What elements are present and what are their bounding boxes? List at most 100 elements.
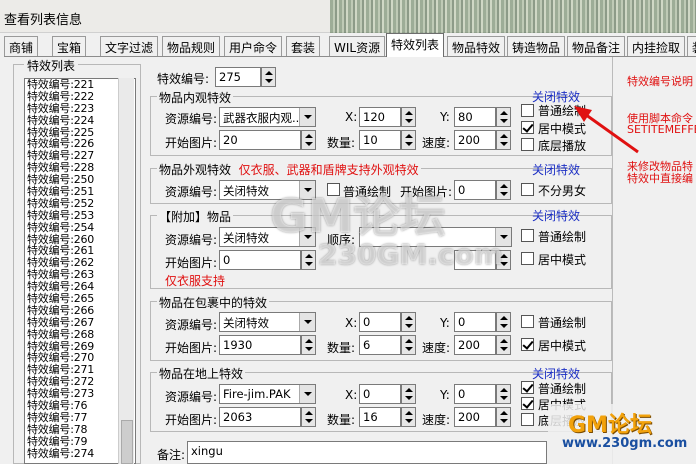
ground-x-input[interactable]: 0 [359,384,401,404]
ground-center-mode-checkbox[interactable] [521,397,534,410]
chevron-down-icon[interactable] [299,108,315,126]
bag-start-spinner[interactable] [301,335,316,355]
tab-wil-resources[interactable]: WIL资源 [329,36,386,56]
bag-count-label: 数量: [327,341,356,355]
attached-close-effect-link[interactable]: 关闭特效 [532,207,580,224]
tab-item-rules[interactable]: 物品规则 [162,36,221,56]
logo-url: www.230gm.com [562,436,688,451]
appearance-speed-label: 速度: [422,136,451,150]
tab-forged-items[interactable]: 铸造物品 [507,36,566,56]
logo-text: GM论坛 [568,413,652,438]
appearance-y-spinner[interactable] [496,107,511,127]
ground-y-spinner[interactable] [496,384,511,404]
appearance-count-spinner[interactable] [401,130,416,150]
ground-bottom-play-checkbox[interactable] [521,413,534,426]
effect-list-title: 特效列表 [24,57,79,74]
bag-start-label: 开始图片: [165,341,218,355]
attached-normal-draw-label: 普通绘制 [538,230,587,244]
tab-item-effects[interactable]: 物品特效 [447,36,506,56]
appearance-speed-spinner[interactable] [496,130,511,150]
appearance-x-input[interactable]: 120 [359,107,401,127]
exterior-no-gender-checkbox[interactable] [521,183,534,196]
bag-y-input[interactable]: 0 [454,312,496,332]
remark-input[interactable]: xingu [187,441,547,464]
window-title: 查看列表信息 [4,13,83,28]
bag-speed-spinner[interactable] [496,335,511,355]
tab-chest[interactable]: 宝箱 [52,36,87,56]
appearance-resource-select[interactable]: 武器衣服内观... [219,107,316,127]
tab-effect-list[interactable]: 特效列表 [386,33,445,57]
exterior-group-title: 物品外观特效 仅衣服、武器和盾牌支持外观特效 [157,161,421,178]
bag-group-title: 物品在包裹中的特效 [157,294,270,311]
bag-y-spinner[interactable] [496,312,511,332]
exterior-start-spinner[interactable] [496,180,511,200]
appearance-y-label: Y: [440,110,450,124]
appearance-start-spinner[interactable] [301,130,316,150]
bag-speed-input[interactable]: 200 [454,335,496,355]
tab-more[interactable]: 装 [687,36,696,56]
tab-item-remarks[interactable]: 物品备注 [567,36,626,56]
appearance-count-label: 数量: [327,136,356,150]
tab-auto-pickup[interactable]: 内挂捡取 [627,36,686,56]
ground-normal-draw-checkbox[interactable] [521,381,534,394]
tab-shop[interactable]: 商铺 [4,36,39,56]
ground-x-label: X: [345,388,358,402]
watermark-domain: 230GM.com [318,238,503,271]
attached-start-spinner[interactable] [301,250,316,270]
ground-y-input[interactable]: 0 [454,384,496,404]
ground-resource-select[interactable]: Fire-jim.PAK [219,384,316,404]
bag-resource-select[interactable]: 关闭特效 [219,312,316,332]
tab-suits[interactable]: 套装 [286,36,321,56]
appearance-count-input[interactable]: 10 [359,130,401,150]
exterior-resource-label: 资源编号: [165,185,218,199]
bag-center-mode-label: 居中模式 [538,339,587,353]
chevron-down-icon[interactable] [299,313,315,331]
exterior-note: 仅衣服、武器和盾牌支持外观特效 [238,163,419,177]
effect-no-spinner[interactable] [261,67,276,87]
ground-start-input[interactable]: 2063 [219,407,301,427]
bag-x-spinner[interactable] [401,312,416,332]
ground-resource-value: Fire-jim.PAK [223,387,291,401]
bag-start-input[interactable]: 1930 [219,335,301,355]
appearance-y-input[interactable]: 80 [454,107,496,127]
appearance-x-label: X: [345,110,358,124]
ground-start-spinner[interactable] [301,407,316,427]
appearance-center-mode-checkbox[interactable] [521,121,534,134]
watermark-text: GM论坛 [270,189,446,243]
effect-no-input[interactable]: 275 [215,67,261,87]
appearance-resource-value: 武器衣服内观... [223,111,303,125]
bag-count-input[interactable]: 6 [359,335,401,355]
bag-resource-label: 资源编号: [165,318,218,332]
bag-normal-draw-label: 普通绘制 [538,316,587,330]
bag-speed-label: 速度: [422,341,451,355]
exterior-start-input[interactable]: 0 [454,180,496,200]
bag-center-mode-checkbox[interactable] [521,338,534,351]
chevron-down-icon[interactable] [299,385,315,403]
bag-normal-draw-checkbox[interactable] [521,315,534,328]
bag-resource-value: 关闭特效 [223,316,269,330]
appearance-speed-input[interactable]: 200 [454,130,496,150]
tab-bar: 商铺 宝箱 文字过滤 物品规则 用户命令 套装 WIL资源 特效列表 物品特效 … [4,33,696,57]
attached-center-mode-checkbox[interactable] [521,252,534,265]
side-note-1: 特效编号说明 [627,75,693,88]
bag-x-input[interactable]: 0 [359,312,401,332]
ground-speed-spinner[interactable] [496,407,511,427]
ground-count-input[interactable]: 16 [359,407,401,427]
attached-group-title: 【附加】物品 [157,208,234,225]
tab-user-commands[interactable]: 用户命令 [224,36,283,56]
appearance-normal-draw-checkbox[interactable] [521,104,534,117]
ground-count-spinner[interactable] [401,407,416,427]
list-scrollbar[interactable] [118,78,134,464]
attached-normal-draw-checkbox[interactable] [521,229,534,242]
appearance-bottom-play-checkbox[interactable] [521,138,534,151]
appearance-x-spinner[interactable] [401,107,416,127]
site-logo: GM论坛 www.230gm.com [548,404,696,464]
bag-count-spinner[interactable] [401,335,416,355]
attached-note: 仅衣服支持 [165,274,226,288]
attached-start-input[interactable]: 0 [219,250,301,270]
ground-x-spinner[interactable] [401,384,416,404]
appearance-start-input[interactable]: 20 [219,130,301,150]
scrollbar-thumb[interactable] [121,420,133,464]
ground-speed-input[interactable]: 200 [454,407,496,427]
tab-text-filter[interactable]: 文字过滤 [100,36,159,56]
